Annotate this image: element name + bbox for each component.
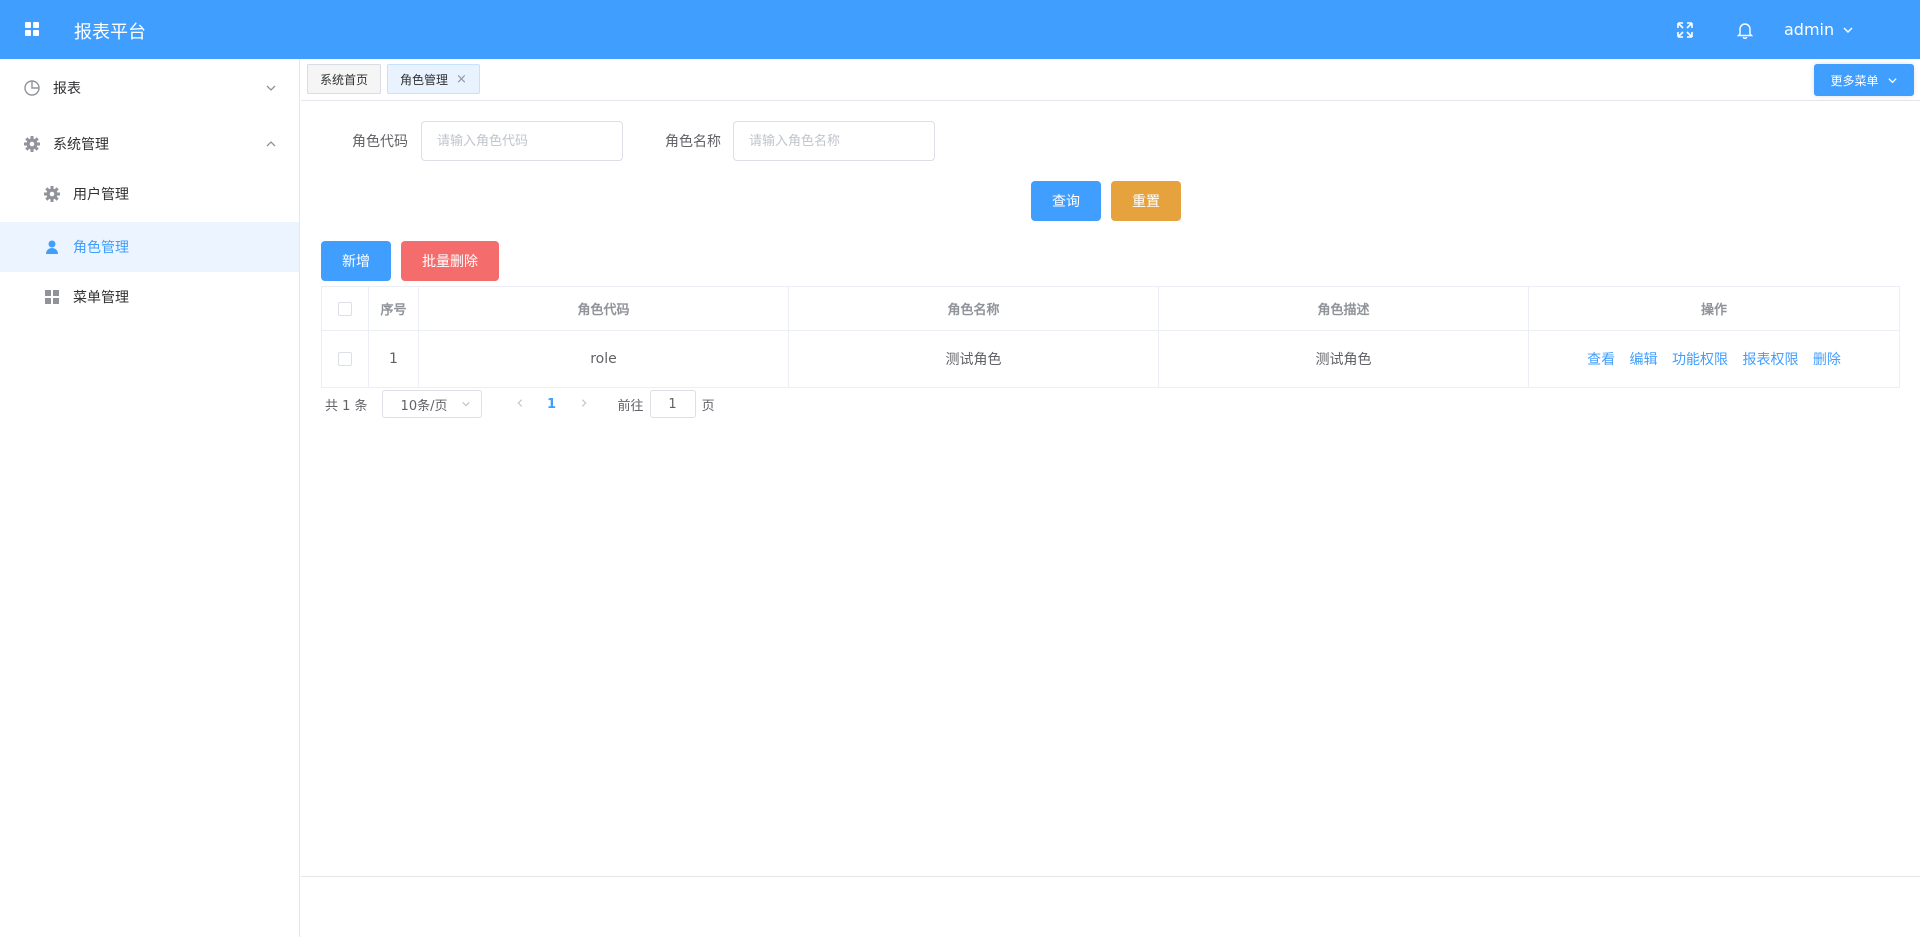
col-header-index: 序号	[368, 286, 419, 331]
col-header-name: 角色名称	[788, 286, 1159, 331]
function-permission-link[interactable]: 功能权限	[1672, 352, 1728, 368]
total-count: 共 1 条	[325, 398, 368, 414]
chevron-down-icon	[1843, 27, 1853, 33]
tags-bar: 系统首页 角色管理 ×	[301, 59, 1920, 101]
pie-chart-icon	[23, 79, 41, 97]
row-index: 1	[368, 330, 419, 388]
role-code-label: 角色代码	[352, 134, 408, 150]
batch-delete-button[interactable]: 批量删除	[401, 241, 499, 281]
goto-page: 前往 页	[618, 390, 715, 418]
row-checkbox[interactable]	[338, 352, 352, 366]
chevron-down-icon	[265, 82, 277, 94]
goto-page-input[interactable]	[649, 390, 696, 418]
chevron-left-icon	[517, 398, 522, 407]
sidebar-item-label: 用户管理	[73, 187, 129, 203]
sidebar-item-users[interactable]: 用户管理	[0, 169, 299, 219]
sidebar-item-label: 系统管理	[53, 137, 109, 153]
page-size-value: 10条/页	[400, 398, 448, 414]
more-menu-label: 更多菜单	[1830, 73, 1879, 88]
bell-icon[interactable]	[1736, 21, 1754, 40]
user-icon	[43, 238, 61, 256]
add-button[interactable]: 新增	[321, 241, 391, 281]
role-code-input[interactable]	[421, 121, 623, 161]
query-button[interactable]: 查询	[1031, 181, 1101, 221]
chevron-up-icon	[265, 138, 277, 150]
sidebar-item-label: 报表	[53, 81, 81, 97]
row-ops: 查看 编辑 功能权限 报表权限 删除	[1528, 330, 1900, 388]
sidebar-item-report[interactable]: 报表	[0, 63, 299, 113]
chevron-down-icon	[1887, 77, 1897, 83]
sidebar: 报表 系统管理 用户管理 角色管理 菜单管理	[0, 59, 300, 937]
sidebar-item-label: 菜单管理	[73, 290, 129, 306]
row-code: role	[418, 330, 789, 388]
col-header-desc: 角色描述	[1158, 286, 1529, 331]
apps-grid-icon[interactable]	[25, 22, 39, 36]
report-permission-link[interactable]: 报表权限	[1742, 352, 1798, 368]
role-name-label: 角色名称	[665, 134, 721, 150]
more-menu-button[interactable]: 更多菜单	[1814, 64, 1914, 96]
table-header-row: 序号 角色代码 角色名称 角色描述 操作	[321, 286, 1900, 331]
col-header-code: 角色代码	[418, 286, 789, 331]
goto-suffix: 页	[701, 398, 715, 414]
view-link[interactable]: 查看	[1587, 352, 1615, 368]
sidebar-item-roles[interactable]: 角色管理	[0, 222, 299, 272]
close-icon[interactable]: ×	[456, 72, 467, 87]
next-page-button[interactable]	[570, 397, 598, 412]
tag-home[interactable]: 系统首页	[307, 64, 382, 94]
username: admin	[1784, 20, 1835, 39]
row-name: 测试角色	[788, 330, 1159, 388]
sidebar-item-system[interactable]: 系统管理	[0, 119, 299, 169]
chevron-down-icon	[461, 401, 470, 407]
grid-icon	[43, 288, 61, 306]
app-title: 报表平台	[74, 22, 146, 43]
page-number-current[interactable]: 1	[534, 397, 570, 412]
pagination: 共 1 条 10条/页 1 前往 页	[325, 390, 715, 418]
gear-icon	[43, 185, 61, 203]
chevron-right-icon	[581, 398, 587, 407]
row-select-cell	[321, 330, 369, 388]
sidebar-item-label: 角色管理	[73, 240, 129, 256]
gear-icon	[23, 135, 41, 153]
tag-label: 角色管理	[400, 72, 449, 87]
fullscreen-icon[interactable]	[1677, 22, 1693, 38]
role-name-input[interactable]	[733, 121, 935, 161]
select-all-checkbox[interactable]	[338, 301, 352, 316]
user-dropdown[interactable]: admin	[1784, 20, 1854, 39]
delete-link[interactable]: 删除	[1813, 352, 1841, 368]
edit-link[interactable]: 编辑	[1630, 352, 1658, 368]
tag-role-management[interactable]: 角色管理 ×	[387, 64, 480, 94]
col-header-ops: 操作	[1528, 286, 1900, 331]
roles-table: 序号 角色代码 角色名称 角色描述 操作 1 role 测试角色 测试角色 查看…	[321, 286, 1900, 388]
page-size-select[interactable]: 10条/页	[381, 390, 482, 418]
select-all-cell	[321, 286, 369, 331]
footer-divider	[301, 876, 1920, 877]
table-row: 1 role 测试角色 测试角色 查看 编辑 功能权限 报表权限 删除	[321, 330, 1900, 388]
goto-prefix: 前往	[617, 398, 644, 414]
prev-page-button[interactable]	[506, 397, 534, 412]
row-desc: 测试角色	[1158, 330, 1529, 388]
reset-button[interactable]: 重置	[1111, 181, 1181, 221]
tag-label: 系统首页	[320, 72, 369, 87]
sidebar-item-menus[interactable]: 菜单管理	[0, 272, 299, 322]
top-header: 报表平台 admin	[0, 0, 1920, 59]
